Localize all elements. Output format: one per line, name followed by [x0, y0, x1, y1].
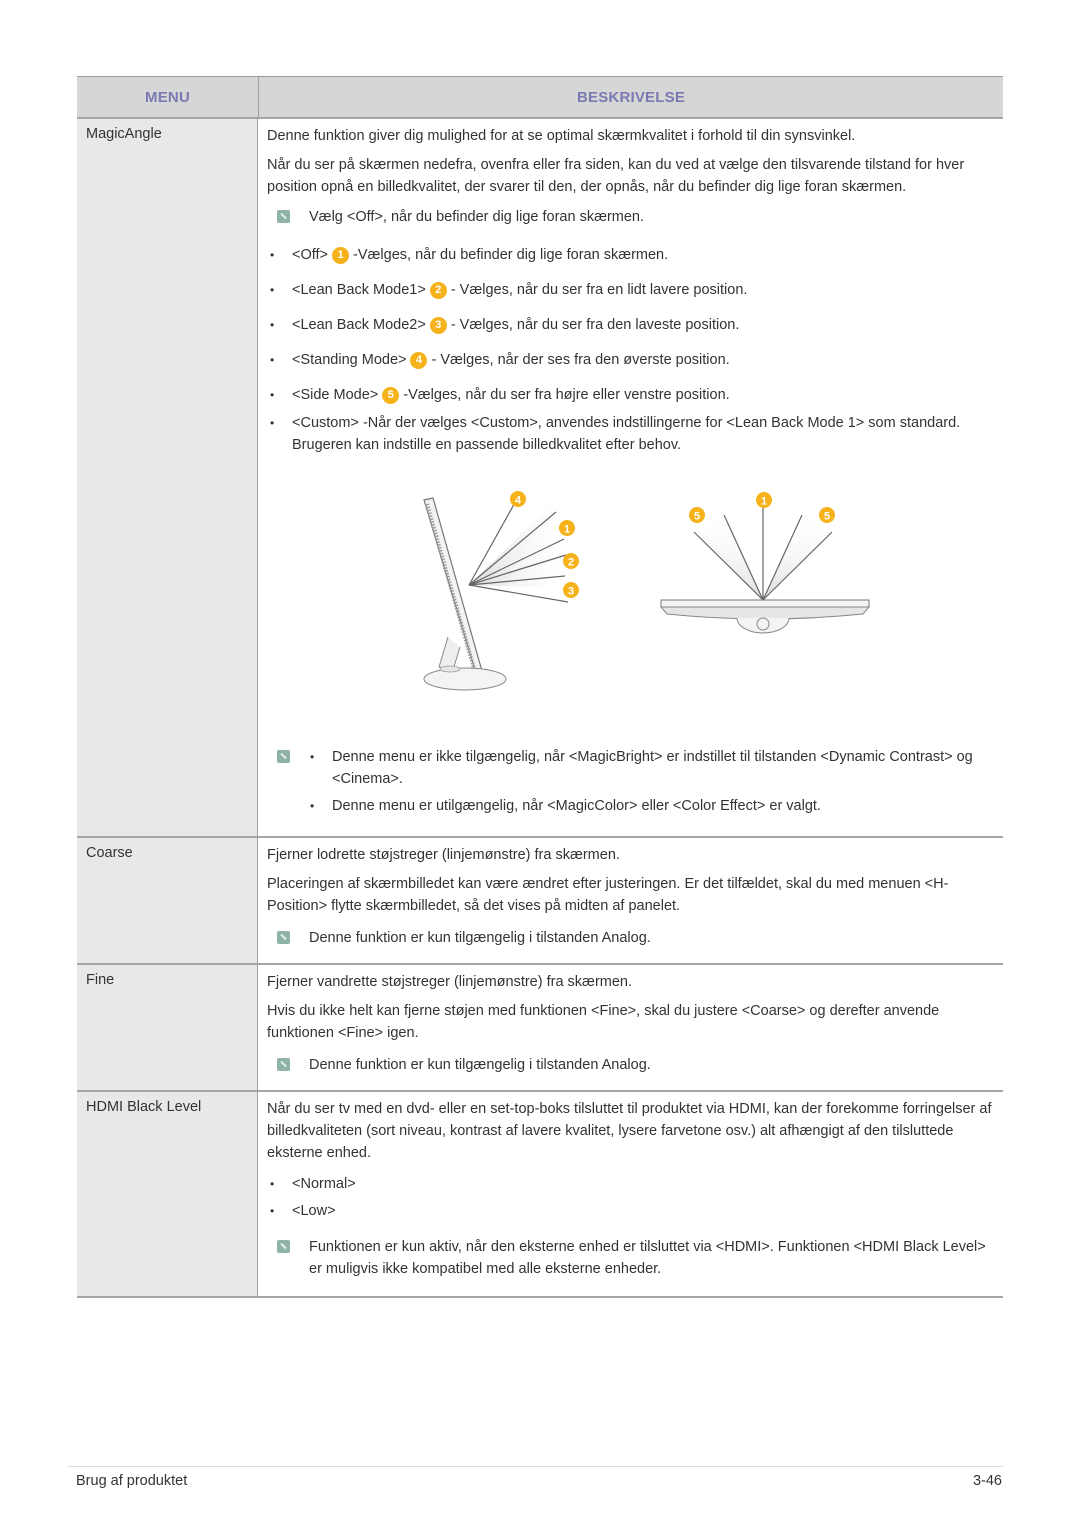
- note: Denne funktion er kun tilgængelig i tils…: [277, 1054, 993, 1076]
- menu-cell: MagicAngle: [77, 119, 258, 836]
- monitor-angle-diagram: 4 1 2 3 5 1 5: [423, 491, 871, 691]
- note: Denne funktion er kun tilgængelig i tils…: [277, 927, 993, 949]
- note-icon: [277, 1240, 290, 1253]
- list-item: <Off>1-Vælges, når du befinder dig lige …: [267, 244, 993, 266]
- list-item: <Low>: [267, 1200, 993, 1222]
- description-cell: Fjerner lodrette støjstreger (linjemønst…: [258, 838, 1003, 963]
- paragraph: Når du ser tv med en dvd- eller en set-t…: [267, 1101, 992, 1161]
- settings-table: MENU BESKRIVELSE MagicAngle Denne funkti…: [77, 76, 1003, 1298]
- badge-label: 1: [761, 496, 767, 508]
- table-row-fine: Fine Fjerner vandrette støjstreger (linj…: [77, 965, 1003, 1092]
- top-view-monitor: [659, 508, 871, 634]
- list-item: Denne menu er utilgængelig, når <MagicCo…: [307, 795, 993, 817]
- top-badges: 5 1 5: [689, 492, 835, 523]
- footer-section: Brug af produktet: [76, 1473, 188, 1489]
- paragraph: Placeringen af skærmbilledet kan være æn…: [267, 876, 949, 914]
- badge-label: 4: [515, 495, 522, 507]
- note-text: Vælg <Off>, når du befinder dig lige for…: [309, 209, 645, 225]
- note: Funktionen er kun aktiv, når den ekstern…: [277, 1236, 993, 1280]
- page-number: 3-46: [972, 1473, 1002, 1489]
- list-item: <Normal>: [267, 1173, 993, 1195]
- badge-label: 1: [564, 524, 570, 536]
- number-badge-icon: 1: [332, 247, 350, 264]
- table-row-magicangle: MagicAngle Denne funktion giver dig muli…: [77, 119, 1003, 838]
- table-header: MENU BESKRIVELSE: [77, 77, 1003, 119]
- number-badge-icon: 3: [429, 317, 447, 334]
- paragraph: Hvis du ikke helt kan fjerne støjen med …: [267, 1003, 940, 1041]
- option-list: <Normal> <Low>: [267, 1173, 993, 1222]
- note-text: Funktionen er kun aktiv, når den ekstern…: [309, 1239, 986, 1277]
- mode-name: <Side Mode>: [292, 387, 379, 403]
- note-text: Denne funktion er kun tilgængelig i tils…: [309, 1057, 651, 1073]
- list-item: <Lean Back Mode1>2- Vælges, når du ser f…: [267, 279, 993, 301]
- note-icon: [277, 931, 290, 944]
- menu-cell: HDMI Black Level: [77, 1092, 258, 1296]
- mode-name: <Custom>: [292, 415, 359, 431]
- notes: Denne menu er ikke tilgængelig, når <Mag…: [307, 746, 993, 822]
- badge-label: 2: [568, 557, 574, 569]
- list-item: <Standing Mode>4- Vælges, når der ses fr…: [267, 349, 993, 371]
- table-row-coarse: Coarse Fjerner lodrette støjstreger (lin…: [77, 838, 1003, 965]
- mode-text: -Vælges, når du ser fra højre eller vens…: [403, 387, 730, 403]
- badge-label: 5: [694, 511, 700, 523]
- footer-divider: [68, 1466, 1003, 1467]
- mode-name: <Standing Mode>: [292, 352, 407, 368]
- menu-cell: Fine: [77, 965, 258, 1090]
- number-badge-icon: 5: [382, 387, 400, 404]
- table-row-hdmi-black-level: HDMI Black Level Når du ser tv med en dv…: [77, 1092, 1003, 1298]
- paragraph: Fjerner lodrette støjstreger (linjemønst…: [267, 847, 620, 863]
- mode-name: <Lean Back Mode2>: [292, 317, 426, 333]
- mode-text: -Når der vælges <Custom>, anvendes indst…: [292, 415, 961, 453]
- number-badge-icon: 2: [429, 282, 447, 299]
- side-view-monitor: [423, 497, 575, 691]
- mode-text: - Vælges, når der ses fra den øverste po…: [431, 352, 730, 368]
- note-text: Denne funktion er kun tilgængelig i tils…: [309, 930, 651, 946]
- description-cell: Denne funktion giver dig mulighed for at…: [258, 119, 1003, 836]
- list-item: <Custom> -Når der vælges <Custom>, anven…: [267, 412, 993, 456]
- description-cell: Når du ser tv med en dvd- eller en set-t…: [258, 1092, 1003, 1296]
- column-header-menu: MENU: [77, 77, 259, 117]
- description-cell: Fjerner vandrette støjstreger (linjemøns…: [258, 965, 1003, 1090]
- paragraph: Når du ser på skærmen nedefra, ovenfra e…: [267, 157, 965, 195]
- note-icon: [277, 750, 290, 763]
- mode-text: - Vælges, når du ser fra en lidt lavere …: [450, 282, 748, 298]
- number-badge-icon: 4: [410, 352, 428, 369]
- mode-name: <Off>: [292, 247, 329, 263]
- badge-label: 5: [824, 511, 830, 523]
- note-icon: [277, 1058, 290, 1071]
- mode-list: <Off>1-Vælges, når du befinder dig lige …: [267, 244, 993, 456]
- mode-text: - Vælges, når du ser fra den laveste pos…: [450, 317, 740, 333]
- column-header-description: BESKRIVELSE: [576, 88, 686, 106]
- note-list: Denne menu er ikke tilgængelig, når <Mag…: [277, 746, 993, 822]
- badge-label: 3: [568, 586, 574, 598]
- mode-text: -Vælges, når du befinder dig lige foran …: [353, 247, 669, 263]
- list-item: Denne menu er ikke tilgængelig, når <Mag…: [307, 746, 993, 790]
- list-item: <Side Mode>5-Vælges, når du ser fra højr…: [267, 384, 993, 406]
- mode-name: <Lean Back Mode1>: [292, 282, 426, 298]
- note: Vælg <Off>, når du befinder dig lige for…: [277, 206, 993, 228]
- paragraph: Fjerner vandrette støjstreger (linjemøns…: [267, 974, 633, 990]
- magicangle-illustration: 4 1 2 3 5 1 5: [267, 482, 993, 732]
- menu-cell: Coarse: [77, 838, 258, 963]
- note-icon: [277, 210, 290, 223]
- paragraph: Denne funktion giver dig mulighed for at…: [267, 128, 856, 144]
- list-item: <Lean Back Mode2>3- Vælges, når du ser f…: [267, 314, 993, 336]
